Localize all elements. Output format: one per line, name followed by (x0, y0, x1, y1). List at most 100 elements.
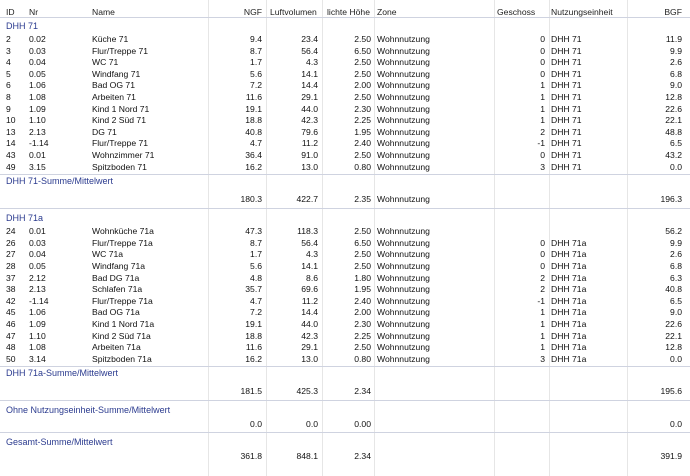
cell-id: 47 (6, 330, 16, 341)
table-row[interactable]: 47 1.10 Kind 2 Süd 71a 18.8 42.3 2.25 Wohnnutz… (0, 331, 690, 342)
table-row[interactable]: 45 1.06 Bad OG 71a 7.2 14.4 2.00 Wohnnutzung 1 D… (0, 307, 690, 318)
summary-row: 361.8 848.1 2.34 391.9 (0, 451, 690, 462)
group-title[interactable]: DHH 71 (6, 20, 38, 32)
cell-name: Bad OG 71a (92, 307, 140, 318)
table-row[interactable]: 38 2.13 Schlafen 71a 35.7 69.6 1.95 Wohnnutzun… (0, 284, 690, 295)
group-title[interactable]: DHH 71a (6, 212, 43, 224)
cell-geschoss: 1 (540, 115, 545, 126)
cell-nutzungseinheit: DHH 71 (551, 68, 582, 79)
cell-ngf: 5.6 (250, 261, 262, 271)
table-row[interactable]: 14 -1.14 Flur/Treppe 71 4.7 11.2 2.40 Wohnnutz… (0, 138, 690, 149)
table-row[interactable]: 10 1.10 Kind 2 Süd 71 18.8 42.3 2.25 Wohnnutzu… (0, 115, 690, 126)
cell-name: Bad DG 71a (92, 272, 140, 283)
cell-lichte-hoehe: 2.00 (354, 307, 371, 318)
cell-nr: 2.13 (29, 126, 46, 137)
cell-geschoss: 1 (540, 342, 545, 353)
cell-luftvolumen: 4.3 (306, 249, 318, 260)
cell-zone: Wohnnutzung (377, 272, 430, 283)
table-row[interactable]: 4 0.04 WC 71 1.7 4.3 2.50 Wohnnutzung 0 DHH 71 2.… (0, 57, 690, 68)
cell-geschoss: 0 (540, 45, 545, 56)
cell-zone: Wohnnutzung (377, 307, 430, 318)
cell-nr: 2.12 (29, 272, 46, 283)
cell-geschoss: 2 (540, 272, 545, 283)
cell-name: Spitzboden 71 (92, 161, 147, 172)
cell-luftvolumen: 69.6 (301, 284, 318, 295)
cell-ngf: 361.8 (240, 451, 262, 462)
cell-luftvolumen: 23.4 (301, 34, 318, 44)
table-row[interactable]: 6 1.06 Bad OG 71 7.2 14.4 2.00 Wohnnutzung 1 DHH… (0, 80, 690, 91)
group-summary-label[interactable]: DHH 71-Summe/Mittelwert (6, 175, 113, 187)
cell-name: Windfang 71a (92, 261, 146, 271)
cell-luftvolumen: 422.7 (296, 194, 318, 205)
cell-bgf: 12.8 (665, 92, 682, 102)
table-row[interactable]: 3 0.03 Flur/Treppe 71 8.7 56.4 6.50 Wohnnutzun… (0, 46, 690, 57)
cell-id: 49 (6, 161, 16, 172)
table-row[interactable]: 24 0.01 Wohnküche 71a 47.3 118.3 2.50 Wohnnutz… (0, 226, 690, 237)
cell-bgf: 6.3 (670, 272, 682, 283)
cell-bgf: 0.0 (670, 419, 682, 430)
cell-luftvolumen: 91.0 (301, 150, 318, 160)
table-row[interactable]: 5 0.05 Windfang 71 5.6 14.1 2.50 Wohnnutzung 0 D… (0, 69, 690, 80)
cell-nutzungseinheit: DHH 71a (551, 284, 587, 295)
cell-zone: Wohnnutzung (377, 353, 430, 364)
cell-geschoss: 1 (540, 319, 545, 329)
table-row[interactable]: 13 2.13 DG 71 40.8 79.6 1.95 Wohnnutzung 2 DHH 7… (0, 127, 690, 138)
table-row[interactable]: 42 -1.14 Flur/Treppe 71a 4.7 11.2 2.40 Wohnnut… (0, 296, 690, 307)
cell-name: DG 71 (92, 126, 117, 137)
cell-zone: Wohnnutzung (377, 295, 430, 306)
cell-lichte-hoehe: 6.50 (354, 45, 371, 56)
table-row[interactable]: 9 1.09 Kind 1 Nord 71 19.1 44.0 2.30 Wohnnutzu… (0, 104, 690, 115)
cell-nutzungseinheit: DHH 71 (551, 103, 582, 114)
cell-nr: 3.14 (29, 353, 46, 364)
table-row[interactable]: 50 3.14 Spitzboden 71a 16.2 13.0 0.80 Wohnnutz… (0, 354, 690, 365)
cell-geschoss: 0 (540, 150, 545, 160)
table-row[interactable]: 27 0.04 WC 71a 1.7 4.3 2.50 Wohnnutzung 0 DHH 71… (0, 249, 690, 260)
table-row[interactable]: 48 1.08 Arbeiten 71a 11.6 29.1 2.50 Wohnnutzun… (0, 342, 690, 353)
cell-ngf: 18.8 (245, 115, 262, 126)
table-row[interactable]: 46 1.09 Kind 1 Nord 71a 19.1 44.0 2.30 Wohnnut… (0, 319, 690, 330)
table-row[interactable]: 8 1.08 Arbeiten 71 11.6 29.1 2.50 Wohnnutzung 1… (0, 92, 690, 103)
cell-nutzungseinheit: DHH 71 (551, 57, 582, 68)
cell-geschoss (497, 226, 545, 237)
cell-luftvolumen: 8.6 (306, 272, 318, 283)
cell-name: Kind 2 Süd 71 (92, 115, 146, 126)
cell-nr: 1.06 (29, 307, 46, 318)
group-summary-label[interactable]: DHH 71a-Summe/Mittelwert (6, 367, 118, 379)
table-row[interactable]: 43 0.01 Wohnzimmer 71 36.4 91.0 2.50 Wohnnutzu… (0, 150, 690, 161)
cell-ngf: 0.0 (250, 419, 262, 430)
cell-id: 14 (6, 138, 16, 149)
cell-zone: Wohnnutzung (377, 194, 430, 205)
cell-bgf: 6.5 (670, 138, 682, 149)
table-row[interactable]: 26 0.03 Flur/Treppe 71a 8.7 56.4 6.50 Wohnnutz… (0, 238, 690, 249)
cell-nutzungseinheit: DHH 71a (551, 353, 587, 364)
cell-nr: -1.14 (29, 138, 49, 149)
ohne-summary-label[interactable]: Ohne Nutzungseinheit-Summe/Mittelwert (6, 404, 170, 416)
cell-luftvolumen: 42.3 (301, 115, 318, 126)
table-row[interactable]: 49 3.15 Spitzboden 71 16.2 13.0 0.80 Wohnnutzu… (0, 162, 690, 173)
cell-ngf: 35.7 (245, 284, 262, 295)
cell-nutzungseinheit: DHH 71 (551, 115, 582, 126)
cell-ngf: 4.7 (250, 138, 262, 149)
cell-lichte-hoehe: 2.34 (354, 386, 371, 397)
cell-name: Kind 1 Nord 71 (92, 103, 150, 114)
cell-nr: 3.15 (29, 161, 46, 172)
table-row[interactable]: 28 0.05 Windfang 71a 5.6 14.1 2.50 Wohnnutzung… (0, 261, 690, 272)
cell-lichte-hoehe: 0.80 (354, 161, 371, 172)
cell-zone: Wohnnutzung (377, 237, 430, 248)
cell-nutzungseinheit: DHH 71 (551, 150, 582, 160)
cell-zone: Wohnnutzung (377, 138, 430, 149)
cell-nutzungseinheit: DHH 71a (551, 307, 587, 318)
cell-id: 38 (6, 284, 16, 295)
gesamt-summary-label[interactable]: Gesamt-Summe/Mittelwert (6, 436, 113, 448)
cell-ngf: 11.6 (245, 342, 262, 353)
table-row[interactable]: 2 0.02 Küche 71 9.4 23.4 2.50 Wohnnutzung 0 DHH … (0, 34, 690, 45)
summary-row: 181.5 425.3 2.34 195.6 (0, 386, 690, 397)
table-row[interactable]: 37 2.12 Bad DG 71a 4.8 8.6 1.80 Wohnnutzung 2 DH… (0, 273, 690, 284)
cell-lichte-hoehe: 2.50 (354, 57, 371, 68)
cell-id: 2 (6, 34, 11, 44)
cell-bgf: 22.6 (665, 319, 682, 329)
cell-bgf: 22.6 (665, 103, 682, 114)
cell-zone: Wohnnutzung (377, 45, 430, 56)
cell-nr: 1.08 (29, 92, 46, 102)
cell-zone: Wohnnutzung (377, 150, 430, 160)
